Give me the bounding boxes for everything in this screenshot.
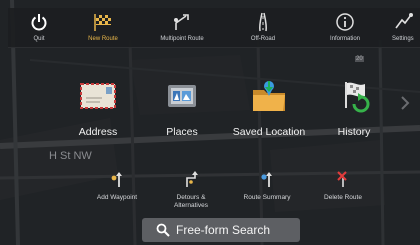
tab-settings[interactable]: Settings [388, 8, 420, 48]
places-label: Places [166, 126, 198, 138]
tab-quit[interactable]: Quit [8, 8, 70, 48]
detours-alternatives-button[interactable]: Detours & Alternatives [160, 170, 222, 216]
route-marker: 20 [355, 56, 364, 62]
tab-settings-label: Settings [392, 36, 414, 42]
envelope-icon [80, 83, 116, 109]
delete-route-icon [337, 171, 347, 187]
street-label: H St NW [49, 150, 92, 162]
free-form-search-label: Free-form Search [176, 223, 271, 237]
history-flag-icon [345, 82, 370, 113]
power-icon [31, 14, 47, 31]
address-button[interactable]: Address [68, 78, 128, 144]
tab-off-road-label: Off-Road [250, 36, 276, 42]
tab-information[interactable]: Information [314, 8, 376, 48]
add-waypoint-label: Add Waypoint [96, 194, 138, 201]
add-waypoint-icon [111, 172, 122, 187]
tab-off-road[interactable]: Off-Road [233, 8, 293, 48]
saved-location-button[interactable]: Saved Location [228, 78, 310, 144]
checkered-flag-icon [94, 14, 111, 31]
info-icon [336, 13, 354, 31]
address-label: Address [78, 126, 118, 138]
history-label: History [337, 126, 371, 138]
settings-icon [395, 13, 413, 29]
free-form-search-button[interactable]: Free-form Search [142, 218, 300, 242]
route-summary-icon [261, 172, 272, 187]
route-summary-label: Route Summary [243, 194, 291, 201]
saved-location-label: Saved Location [232, 126, 306, 138]
off-road-icon [259, 12, 267, 32]
tab-new-route-label: New Route [88, 36, 118, 42]
tab-multipoint-route-label: Multipoint Route [160, 36, 204, 42]
search-icon [156, 223, 170, 237]
places-button[interactable]: Places [152, 78, 212, 144]
history-button[interactable]: History [326, 78, 382, 144]
multipoint-route-icon [174, 14, 189, 30]
next-page-chevron-icon[interactable] [398, 96, 412, 110]
navigation-screen: H St NW 20 Quit New Route Multipoint Rou… [0, 0, 420, 245]
tab-new-route[interactable]: New Route [70, 8, 136, 48]
tab-quit-label: Quit [33, 36, 45, 42]
delete-route-label: Delete Route [324, 194, 362, 201]
tab-multipoint-route[interactable]: Multipoint Route [148, 8, 216, 48]
delete-route-button[interactable]: Delete Route [312, 170, 374, 216]
route-summary-button[interactable]: Route Summary [234, 170, 300, 216]
add-waypoint-button[interactable]: Add Waypoint [86, 170, 148, 216]
top-menu-bar: Quit New Route Multipoint Route Off-Road… [8, 8, 420, 48]
places-icon [168, 85, 196, 107]
tab-information-label: Information [329, 36, 360, 42]
detours-icon [186, 171, 198, 187]
detours-alternatives-label: Detours & Alternatives [174, 194, 208, 209]
saved-location-folder-icon [253, 81, 285, 111]
